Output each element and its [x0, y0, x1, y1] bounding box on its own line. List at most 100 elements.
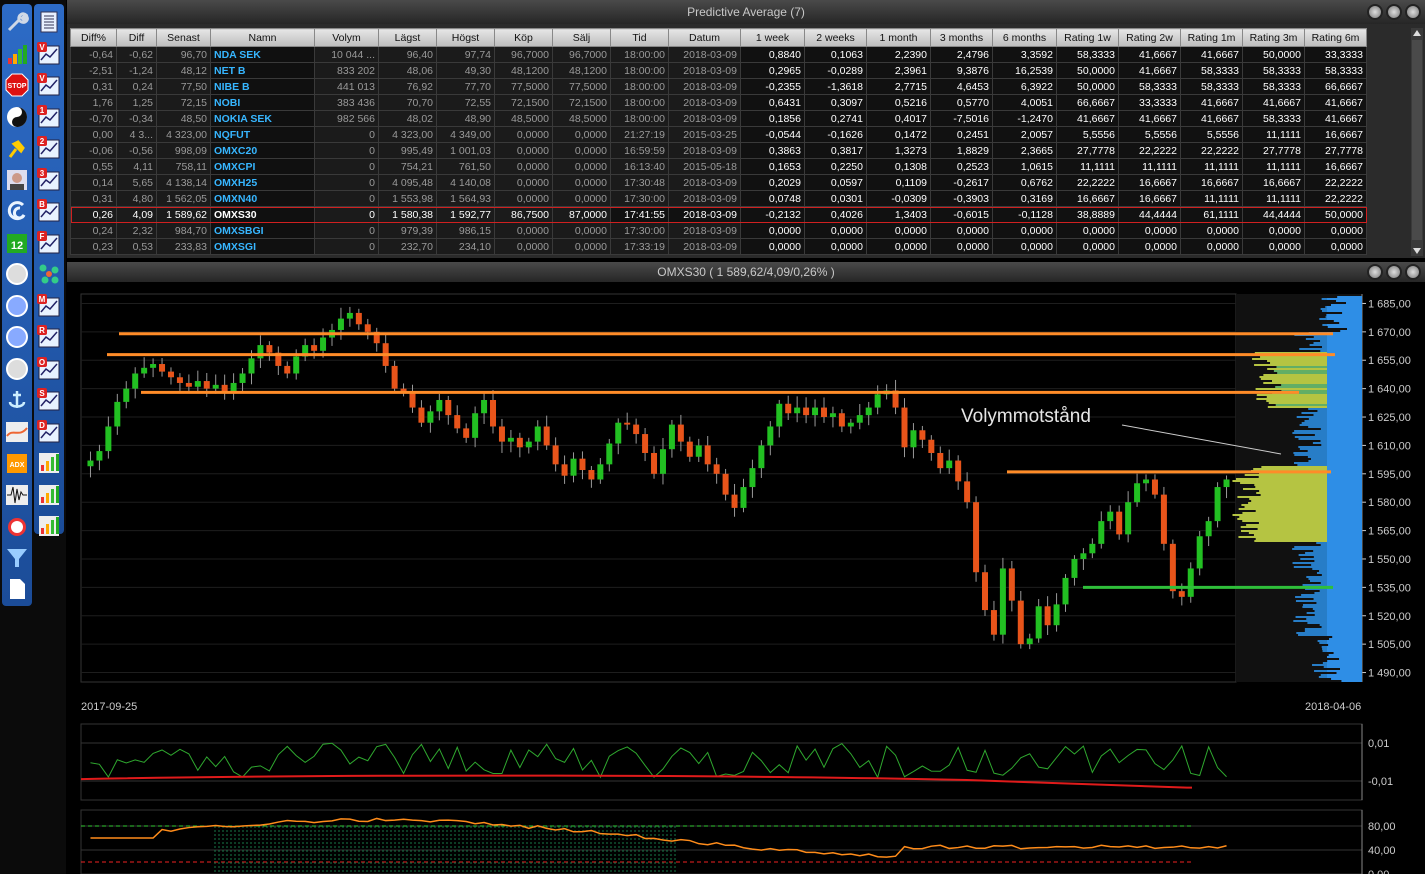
- table-row[interactable]: 0,14 5,65 4 138,14 OMXH25 0 4 095,48 4 140,08 0…: [71, 175, 1367, 191]
- bar-up-icon[interactable]: [37, 451, 61, 475]
- minimize-button[interactable]: [1367, 4, 1383, 20]
- column-header[interactable]: 2 weeks: [805, 29, 867, 47]
- oscillator-pane: [81, 724, 1362, 800]
- table-cell: 4 095,48: [379, 175, 437, 191]
- avatar[interactable]: [5, 168, 29, 192]
- column-header[interactable]: Tid: [611, 29, 669, 47]
- table-row[interactable]: 0,24 2,32 984,70 OMXSBGI 0 979,39 986,15 0,0000…: [71, 223, 1367, 239]
- price-chart[interactable]: 1 685,00 1 670,00 1 655,00 1 640,00 1 625,00…: [67, 282, 1425, 874]
- table-cell: 0,6762: [993, 175, 1057, 191]
- table-row[interactable]: -0,06 -0,56 998,09 OMXC20 0 995,49 1 001,03 0,0…: [71, 143, 1367, 159]
- column-header[interactable]: Datum: [669, 29, 741, 47]
- alarm-clock-icon[interactable]: [5, 514, 29, 538]
- table-row[interactable]: 0,23 0,53 233,83 OMXSGI 0 232,70 234,10 0,0000 0…: [71, 239, 1367, 255]
- bar-up-icon[interactable]: [37, 514, 61, 538]
- table-cell: 27,7778: [1057, 143, 1119, 159]
- chart-v-icon[interactable]: V: [37, 42, 61, 66]
- candle-body: [1045, 606, 1051, 625]
- bar-chart-icon[interactable]: [5, 42, 29, 66]
- table-scrollbar[interactable]: [1411, 28, 1423, 256]
- bar-up-icon[interactable]: [37, 483, 61, 507]
- column-header[interactable]: Rating 6m: [1305, 29, 1367, 47]
- table-cell: 0,0000: [1119, 223, 1181, 239]
- column-header[interactable]: 1 week: [741, 29, 805, 47]
- waveform-icon[interactable]: [5, 483, 29, 507]
- globe-icon[interactable]: [5, 294, 29, 318]
- table-cell: 986,15: [437, 223, 495, 239]
- column-header[interactable]: Rating 1w: [1057, 29, 1119, 47]
- line-chart-icon[interactable]: [5, 420, 29, 444]
- table-cell: 21:27:19: [611, 127, 669, 143]
- pin-icon[interactable]: [5, 136, 29, 160]
- table-row[interactable]: 0,55 4,11 758,11 OMXCPI 0 754,21 761,50 0,0000 0…: [71, 159, 1367, 175]
- table-cell: 17:41:55: [611, 207, 669, 223]
- notes-icon[interactable]: [37, 10, 61, 34]
- filter-icon[interactable]: [5, 546, 29, 570]
- chart-1-icon[interactable]: 1: [37, 105, 61, 129]
- volume-profile-bar: [1327, 642, 1362, 644]
- column-header[interactable]: Högst: [437, 29, 495, 47]
- table-cell: 383 436: [315, 95, 379, 111]
- column-header[interactable]: 1 month: [867, 29, 931, 47]
- column-header[interactable]: Volym: [315, 29, 379, 47]
- chart-s-icon-glyph: S: [37, 388, 61, 412]
- column-header[interactable]: Diff%: [71, 29, 117, 47]
- chart-r-icon[interactable]: R: [37, 325, 61, 349]
- chart-f-icon[interactable]: F: [37, 231, 61, 255]
- chart-v-icon[interactable]: V: [37, 73, 61, 97]
- table-row[interactable]: -2,51 -1,24 48,12 NET B 833 202 48,06 49,30 48,…: [71, 63, 1367, 79]
- compass-icon[interactable]: [5, 357, 29, 381]
- column-header[interactable]: Diff: [117, 29, 157, 47]
- chart-2-icon[interactable]: 2: [37, 136, 61, 160]
- candle-body: [785, 404, 791, 413]
- column-header[interactable]: 6 months: [993, 29, 1057, 47]
- column-header[interactable]: Senast: [157, 29, 211, 47]
- column-header[interactable]: Rating 2w: [1119, 29, 1181, 47]
- table-row[interactable]: -0,70 -0,34 48,50 NOKIA SEK 982 566 48,02 48,9…: [71, 111, 1367, 127]
- chart-d-icon[interactable]: D: [37, 420, 61, 444]
- chart-v-icon-glyph: V: [37, 73, 61, 97]
- chart-minimize-button[interactable]: [1367, 264, 1383, 280]
- table-row[interactable]: 0,26 4,09 1 589,62 OMXS30 0 1 580,38 1 592,77 8…: [71, 207, 1367, 223]
- table-cell: 70,70: [379, 95, 437, 111]
- table-cell: 4,09: [117, 207, 157, 223]
- column-header[interactable]: 3 months: [931, 29, 993, 47]
- column-header[interactable]: Rating 3m: [1243, 29, 1305, 47]
- chart-m-icon[interactable]: M: [37, 294, 61, 318]
- table-row[interactable]: 0,00 4 3... 4 323,00 NQFUT 0 4 323,00 4 349,00…: [71, 127, 1367, 143]
- volume-profile-bar: [1346, 302, 1362, 304]
- globe-icon[interactable]: [5, 325, 29, 349]
- adx-icon[interactable]: ADX: [5, 451, 29, 475]
- table-row[interactable]: 0,31 0,24 77,50 NIBE B 441 013 76,92 77,70 77,5…: [71, 79, 1367, 95]
- document-icon[interactable]: [5, 577, 29, 601]
- yin-yang-icon[interactable]: [5, 105, 29, 129]
- y-tick-label: 1 520,00: [1368, 611, 1411, 623]
- chart-maximize-button[interactable]: [1386, 264, 1402, 280]
- swirl-icon[interactable]: [5, 199, 29, 223]
- table-row[interactable]: 1,76 1,25 72,15 NOBI 383 436 70,70 72,55 72,150…: [71, 95, 1367, 111]
- maximize-button[interactable]: [1386, 4, 1402, 20]
- chart-s-icon[interactable]: S: [37, 388, 61, 412]
- column-header[interactable]: Lägst: [379, 29, 437, 47]
- chart-b-icon[interactable]: B: [37, 199, 61, 223]
- column-header[interactable]: Sälj: [553, 29, 611, 47]
- network-icon[interactable]: [37, 262, 61, 286]
- stop-icon[interactable]: STOP: [5, 73, 29, 97]
- volume-profile-bar: [1327, 368, 1362, 370]
- calendar-icon[interactable]: 12: [5, 231, 29, 255]
- anchor-icon[interactable]: [5, 388, 29, 412]
- close-button[interactable]: [1405, 4, 1421, 20]
- candle-body: [105, 426, 111, 451]
- column-header[interactable]: Köp: [495, 29, 553, 47]
- chart-3-icon[interactable]: 3: [37, 168, 61, 192]
- compass-icon[interactable]: [5, 262, 29, 286]
- chart-o-icon[interactable]: O: [37, 357, 61, 381]
- table-row[interactable]: -0,64 -0,62 96,70 NDA SEK 10 044 ... 96,40 97,…: [71, 47, 1367, 63]
- column-header[interactable]: Rating 1m: [1181, 29, 1243, 47]
- chart-close-button[interactable]: [1405, 264, 1421, 280]
- compass-icon-glyph: [5, 357, 29, 381]
- table-cell: -1,2470: [993, 111, 1057, 127]
- wrench-icon[interactable]: [5, 10, 29, 34]
- column-header[interactable]: Namn: [211, 29, 315, 47]
- table-row[interactable]: 0,31 4,80 1 562,05 OMXN40 0 1 553,98 1 564,93 0…: [71, 191, 1367, 207]
